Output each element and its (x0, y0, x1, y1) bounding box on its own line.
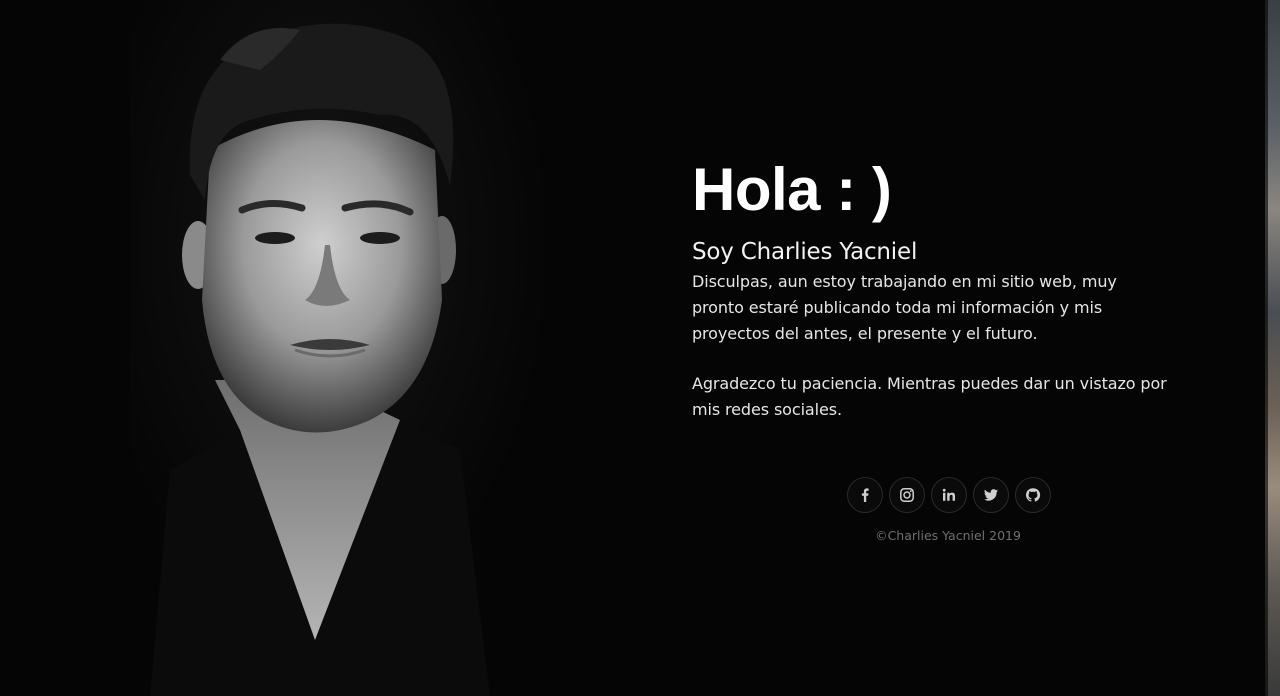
instagram-icon (900, 488, 914, 502)
facebook-link[interactable] (847, 477, 883, 513)
linkedin-link[interactable] (931, 477, 967, 513)
twitter-icon (984, 489, 998, 501)
github-icon (1025, 488, 1041, 502)
intro-section: Hola : ) Soy Charlies Yacniel Disculpas,… (692, 152, 1172, 423)
name-subheading: Soy Charlies Yacniel (692, 239, 918, 265)
social-invite-paragraph: Agradezco tu paciencia. Mientras puedes … (692, 374, 1167, 419)
github-link[interactable] (1015, 477, 1051, 513)
greeting-heading: Hola : ) (692, 156, 892, 223)
profile-portrait (130, 0, 550, 696)
linkedin-icon (942, 488, 955, 501)
social-links (847, 477, 1051, 513)
twitter-link[interactable] (973, 477, 1009, 513)
instagram-link[interactable] (889, 477, 925, 513)
intro-paragraph: Disculpas, aun estoy trabajando en mi si… (692, 272, 1117, 343)
copyright-text: ©Charlies Yacniel 2019 (875, 528, 1021, 543)
background-photo-edge (1265, 0, 1280, 696)
facebook-icon (861, 488, 869, 502)
landing-page: Hola : ) Soy Charlies Yacniel Disculpas,… (0, 0, 1280, 696)
